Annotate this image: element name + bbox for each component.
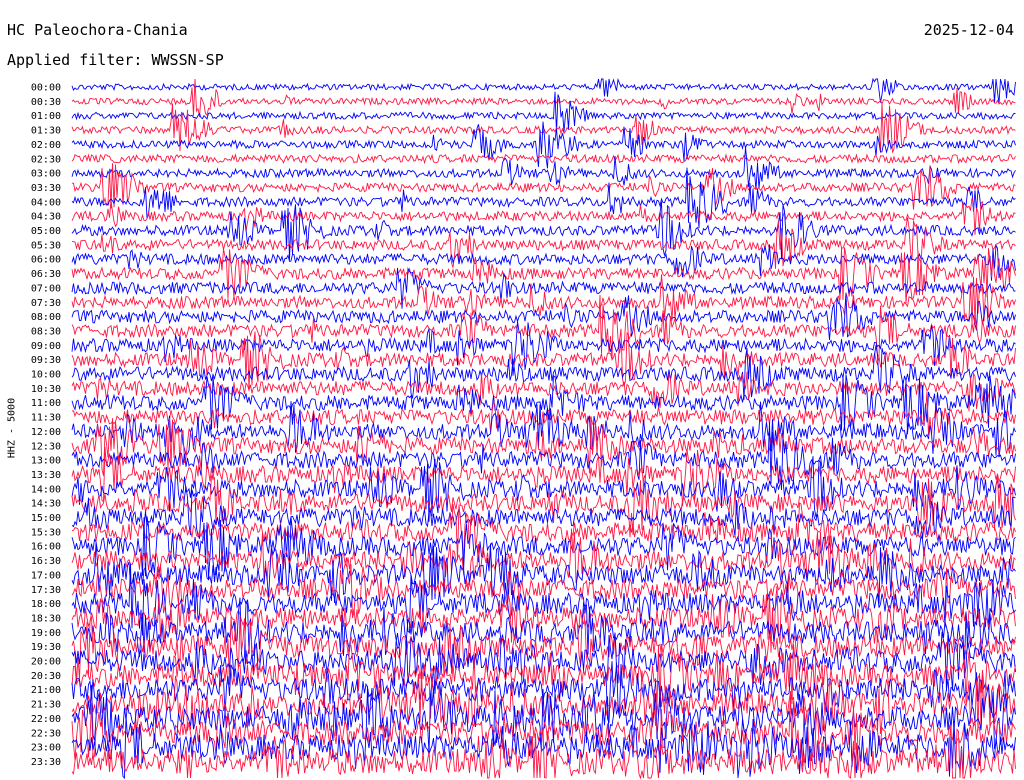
trace-row [71,447,1016,507]
row-time-label: 10:00 [31,370,61,381]
row-time-label: 14:00 [31,484,61,495]
row-time-label: 11:00 [31,398,61,409]
row-time-label: 14:30 [31,499,61,510]
row-time-label: 09:00 [31,341,61,352]
trace-row [71,391,1016,436]
trace-row [71,374,1016,435]
row-time-label: 01:00 [31,111,61,122]
row-time-label: 00:00 [31,83,61,94]
row-time-label: 00:30 [31,97,61,108]
row-time-label: 16:30 [31,556,61,567]
trace-row [71,167,1016,229]
row-time-label: 15:00 [31,513,61,524]
trace-row [71,78,1016,118]
row-time-label: 22:30 [31,728,61,739]
row-time-label: 19:00 [31,628,61,639]
row-time-label: 07:00 [31,283,61,294]
row-time-label: 03:30 [31,183,61,194]
trace-row [71,217,1016,269]
row-time-label: 11:30 [31,413,61,424]
row-time-label: 03:00 [31,169,61,180]
row-time-label: 21:30 [31,700,61,711]
seismogram-plot: 00:00 00:30 01:00 01:30 02:00 02:30 03:00 03:30… [31,77,1016,780]
row-time-label: 16:00 [31,542,61,553]
row-time-label: 01:30 [31,126,61,137]
row-time-label: 08:00 [31,312,61,323]
row-time-label: 04:00 [31,197,61,208]
row-time-label: 18:30 [31,613,61,624]
row-time-label: 21:00 [31,685,61,696]
row-time-label: 08:30 [31,326,61,337]
row-time-label: 12:00 [31,427,61,438]
row-time-label: 07:30 [31,298,61,309]
row-time-label: 10:30 [31,384,61,395]
row-time-label: 23:00 [31,743,61,754]
row-time-label: 06:00 [31,255,61,266]
row-time-label: 23:30 [31,757,61,768]
row-time-label: 20:30 [31,671,61,682]
row-time-label: 17:30 [31,585,61,596]
row-time-label: 05:00 [31,226,61,237]
row-time-label: 19:30 [31,642,61,653]
row-time-label: 05:30 [31,240,61,251]
row-time-label: 13:30 [31,470,61,481]
row-time-label: 02:30 [31,154,61,165]
row-time-label: 20:00 [31,657,61,668]
row-time-label: 17:00 [31,570,61,581]
trace-row [71,153,1016,165]
row-time-label: 22:00 [31,714,61,725]
row-time-label: 06:30 [31,269,61,280]
row-time-label: 12:30 [31,441,61,452]
row-time-label: 13:00 [31,456,61,467]
row-time-label: 15:30 [31,527,61,538]
trace-row [71,201,1016,260]
row-time-label: 18:00 [31,599,61,610]
row-time-label: 04:30 [31,212,61,223]
row-time-label: 02:00 [31,140,61,151]
row-time-label: 09:30 [31,355,61,366]
